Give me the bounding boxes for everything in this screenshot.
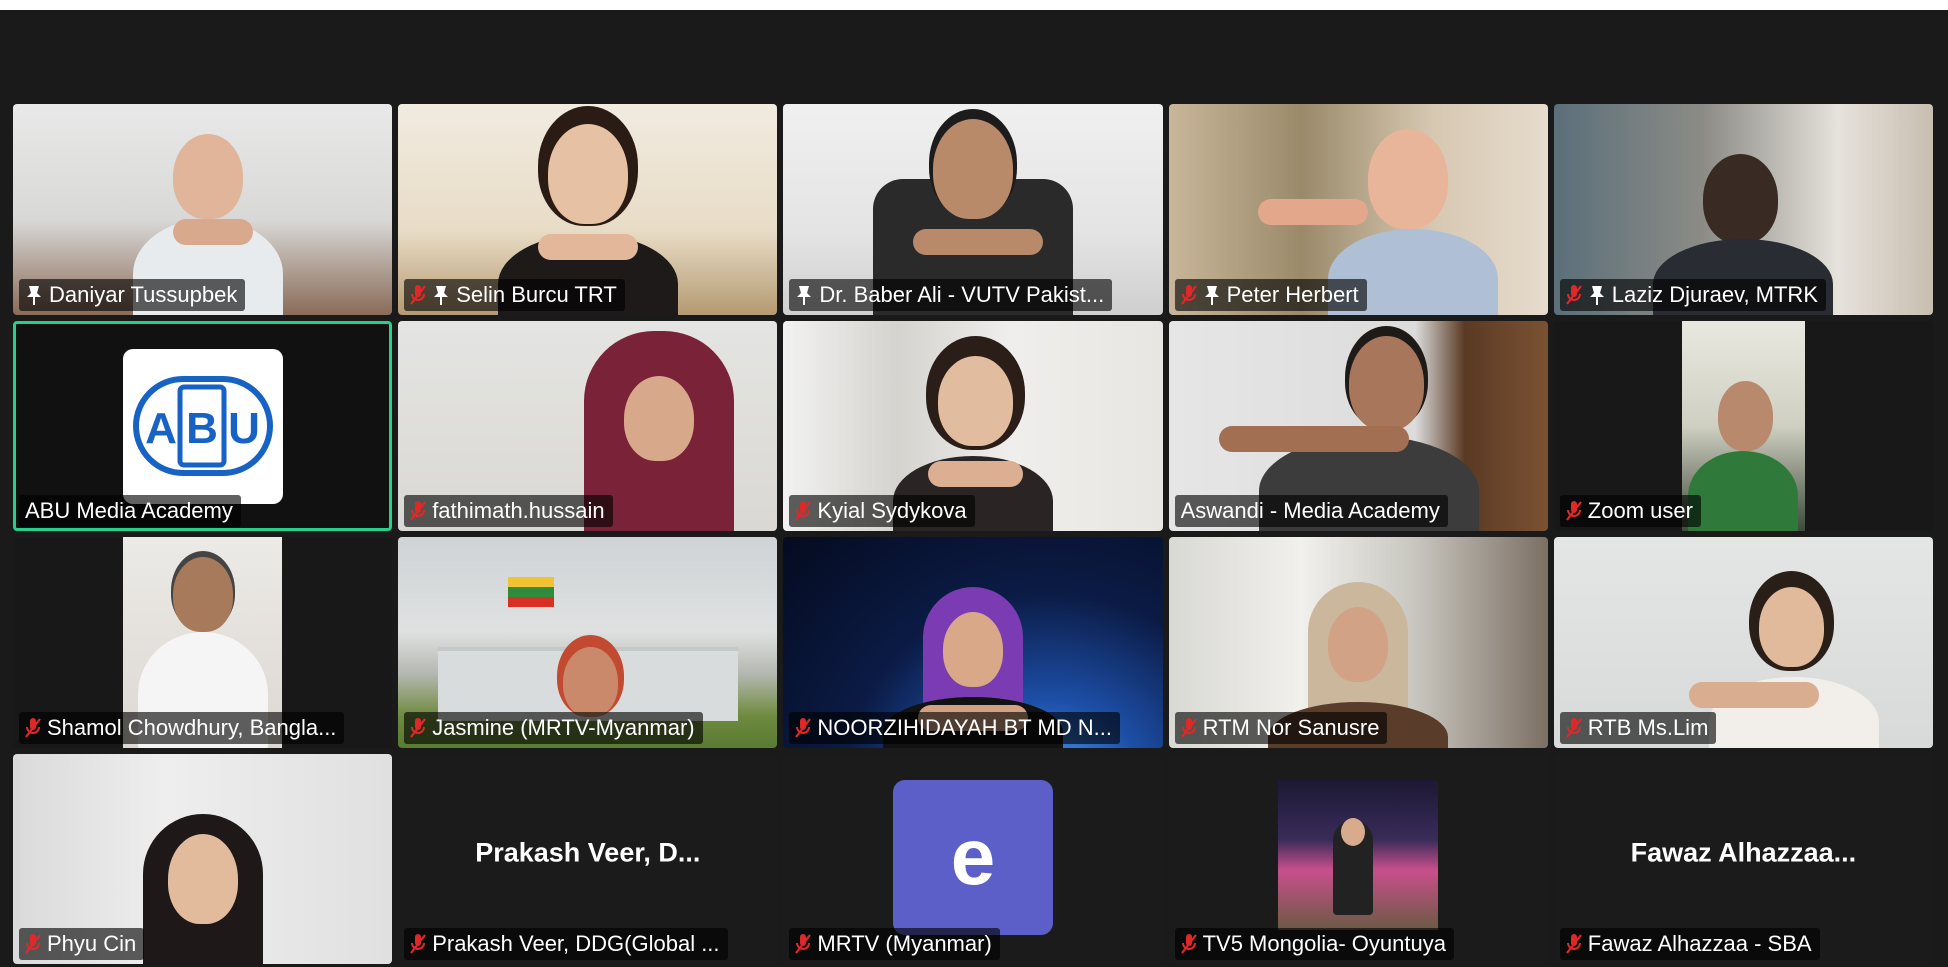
participant-name-label: RTB Ms.Lim [1559, 711, 1717, 744]
participant-tile[interactable]: TV5 Mongolia- Oyuntuya [1168, 753, 1548, 964]
participant-tile[interactable]: Shamol Chowdhury, Bangla... [13, 537, 393, 748]
muted-mic-icon [1180, 717, 1197, 739]
muted-mic-icon [1565, 284, 1582, 306]
participant-display-name: Prakash Veer, D... [475, 837, 701, 868]
participant-name-label: Shamol Chowdhury, Bangla... [19, 711, 345, 744]
muted-mic-icon [795, 500, 812, 522]
participant-name-label: Fawaz Alhazzaa - SBA [1559, 928, 1820, 960]
participant-name-label: Kyial Sydykova [789, 495, 975, 527]
participant-tile-active-speaker[interactable]: A B U ABU Media Academy [13, 320, 393, 531]
participant-tile[interactable]: Laziz Djuraev, MTRK [1553, 104, 1933, 315]
participant-tile[interactable]: Daniyar Tussupbek [13, 104, 393, 315]
participant-tile[interactable]: Dr. Baber Ali - VUTV Pakist... [783, 104, 1163, 315]
muted-mic-icon [410, 500, 427, 522]
participant-tile[interactable]: RTM Nor Sanusre [1168, 537, 1548, 748]
participant-name-label: Aswandi - Media Academy [1174, 495, 1448, 527]
participant-tile[interactable]: RTB Ms.Lim [1553, 537, 1933, 748]
window-top-bar [0, 0, 1948, 10]
participant-name-label: Daniyar Tussupbek [19, 278, 246, 311]
svg-text:U: U [228, 404, 260, 453]
muted-mic-icon [410, 717, 427, 739]
svg-text:B: B [186, 404, 218, 453]
muted-mic-icon [25, 717, 41, 739]
participant-tile[interactable]: Peter Herbert [1168, 104, 1548, 315]
spotlight-pin-icon [795, 284, 813, 306]
participant-tile[interactable]: Prakash Veer, D... Prakash Veer, DDG(Glo… [398, 753, 778, 964]
participant-tile[interactable]: NOORZIHIDAYAH BT MD N... [783, 537, 1163, 748]
muted-mic-icon [410, 933, 427, 955]
participant-tile[interactable]: Zoom user [1553, 320, 1933, 531]
spotlight-pin-icon [432, 284, 450, 306]
participant-name-label: Zoom user [1559, 495, 1701, 527]
participant-tile[interactable]: Kyial Sydykova [783, 320, 1163, 531]
participant-name-label: fathimath.hussain [404, 495, 613, 527]
participant-name-label: Peter Herbert [1174, 278, 1367, 311]
participant-name-label: TV5 Mongolia- Oyuntuya [1174, 928, 1454, 960]
participant-tile[interactable]: Selin Burcu TRT [398, 104, 778, 315]
participant-tile[interactable]: Phyu Cin [13, 753, 393, 964]
abu-logo: A B U [122, 348, 283, 504]
participant-name-label: Selin Burcu TRT [404, 278, 625, 311]
muted-mic-icon [795, 933, 812, 955]
participant-tile[interactable]: Aswandi - Media Academy [1168, 320, 1548, 531]
svg-text:A: A [145, 404, 177, 453]
spotlight-pin-icon [25, 284, 43, 306]
participant-tile[interactable]: fathimath.hussain [398, 320, 778, 531]
participant-avatar: e [892, 779, 1053, 935]
abu-logo-mark: A B U [132, 376, 273, 476]
participant-name-label: Phyu Cin [19, 928, 145, 960]
spotlight-pin-icon [1588, 284, 1606, 306]
participant-tile[interactable]: Jasmine (MRTV-Myanmar) [398, 537, 778, 748]
participant-display-name: Fawaz Alhazzaa... [1630, 837, 1857, 868]
muted-mic-icon [1565, 933, 1582, 955]
muted-mic-icon [1180, 284, 1197, 306]
participant-name-label: NOORZIHIDAYAH BT MD N... [789, 711, 1120, 744]
muted-mic-icon [25, 933, 41, 955]
muted-mic-icon [410, 284, 427, 306]
participant-tile[interactable]: Fawaz Alhazzaa... Fawaz Alhazzaa - SBA [1553, 753, 1933, 964]
muted-mic-icon [1180, 933, 1197, 955]
participant-name-label: Jasmine (MRTV-Myanmar) [404, 711, 703, 744]
participant-name-label: Dr. Baber Ali - VUTV Pakist... [789, 278, 1113, 311]
participant-profile-photo [1278, 779, 1439, 930]
muted-mic-icon [1565, 500, 1582, 522]
participant-tile[interactable]: e MRTV (Myanmar) [783, 753, 1163, 964]
spotlight-pin-icon [1203, 284, 1221, 306]
participant-name-label: RTM Nor Sanusre [1174, 711, 1388, 744]
participant-name-label: Laziz Djuraev, MTRK [1559, 278, 1826, 311]
participant-name-label: ABU Media Academy [19, 495, 241, 527]
participant-name-label: MRTV (Myanmar) [789, 928, 1000, 960]
muted-mic-icon [1565, 717, 1582, 739]
muted-mic-icon [795, 717, 812, 739]
gallery-view-grid: Daniyar Tussupbek Selin Burcu TRT Dr. Ba… [13, 104, 1933, 964]
participant-name-label: Prakash Veer, DDG(Global ... [404, 928, 728, 960]
